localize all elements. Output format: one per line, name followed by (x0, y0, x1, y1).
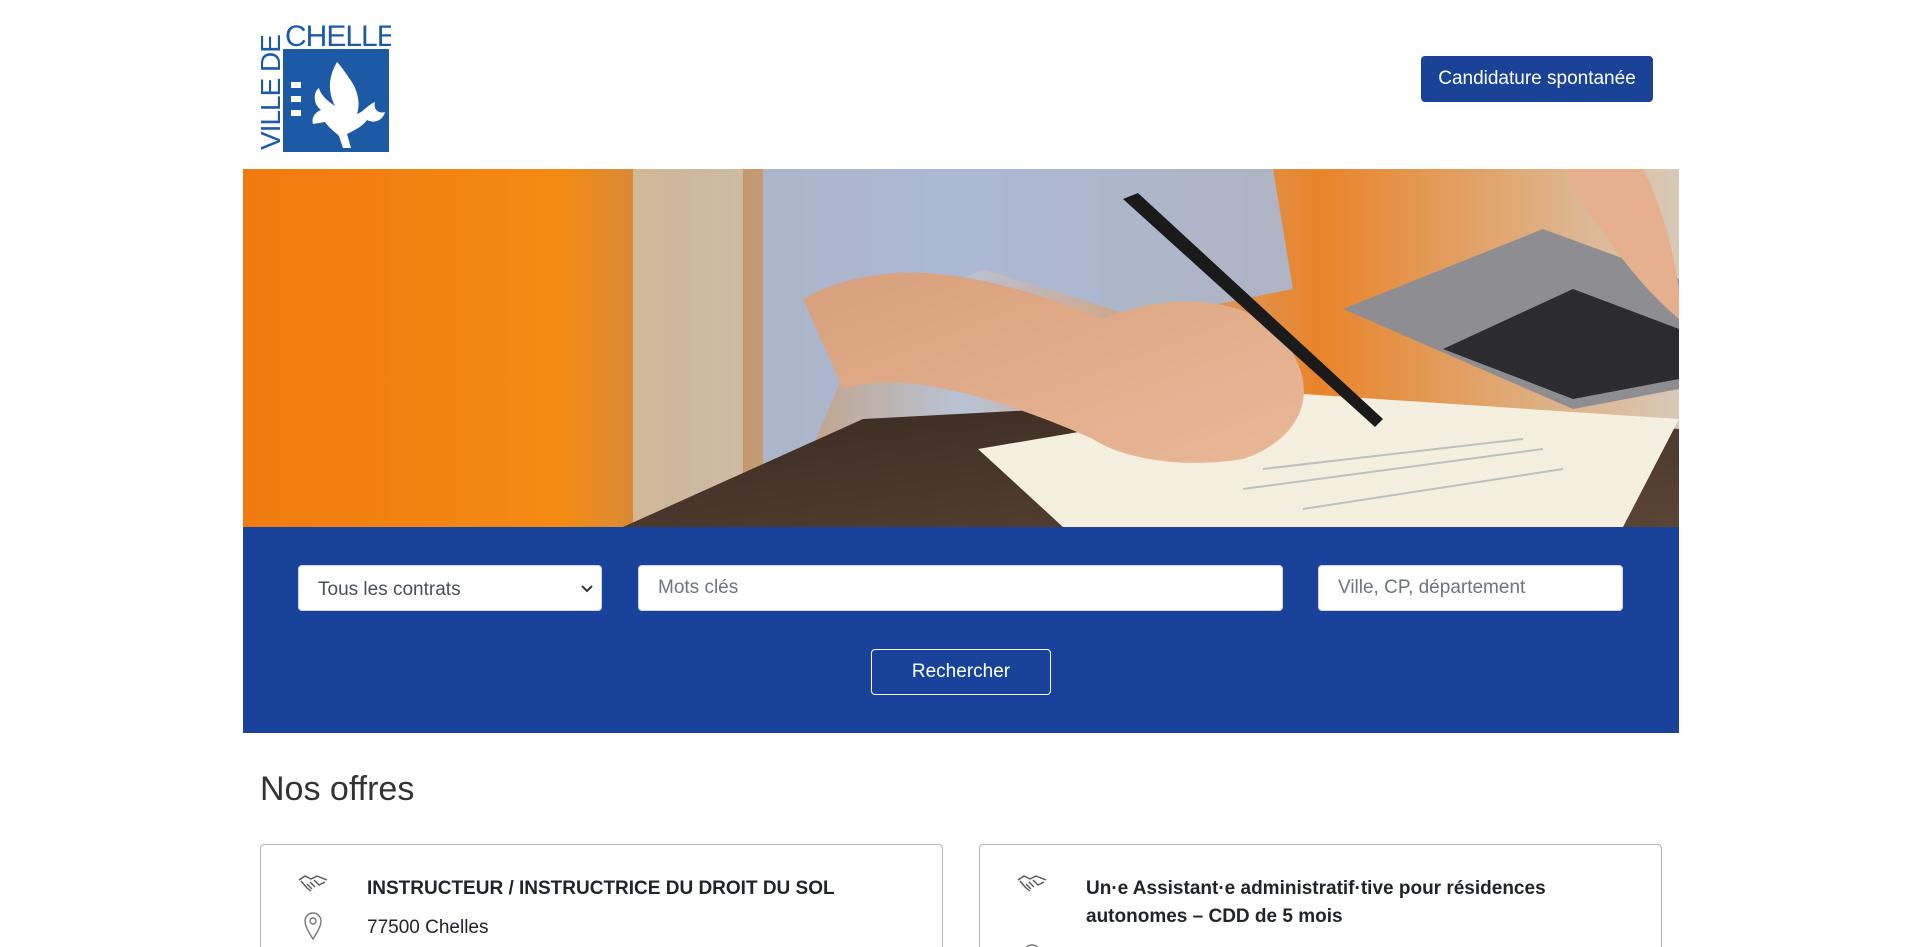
offers-heading: Nos offres (260, 770, 415, 808)
job-offer-title: INSTRUCTEUR / INSTRUCTRICE DU DROIT DU S… (367, 878, 835, 899)
map-pin-icon (1025, 944, 1039, 947)
spontaneous-application-button[interactable]: Candidature spontanée (1421, 56, 1653, 102)
job-offer-title: Un·e Assistant·e administratif·tive pour… (1086, 878, 1546, 927)
job-offer-card[interactable]: INSTRUCTEUR / INSTRUCTRICE DU DROIT DU S… (260, 844, 943, 947)
logo-side-text: VILLE DE (255, 35, 286, 150)
job-offer-location: 77500 Chelles (367, 917, 489, 938)
logo-icon: CHELLES VILLE DE (255, 20, 416, 152)
handshake-icon (1017, 875, 1047, 892)
ville-de-chelles-logo[interactable]: CHELLES VILLE DE (255, 20, 416, 152)
keywords-input[interactable] (638, 565, 1283, 611)
chevron-down-icon (581, 585, 593, 593)
hero-image (243, 169, 1679, 527)
contract-type-select[interactable]: Tous les contrats (298, 565, 602, 611)
page-container: CHELLES VILLE DE Candidature spontanée (243, 0, 1679, 947)
contract-type-value: Tous les contrats (318, 579, 461, 600)
search-panel: Tous les contrats Rechercher (243, 527, 1679, 733)
map-pin-icon (304, 912, 322, 941)
handshake-icon (298, 875, 328, 892)
search-button[interactable]: Rechercher (871, 649, 1051, 695)
location-input[interactable] (1318, 565, 1623, 611)
job-offer-card[interactable]: Un·e Assistant·e administratif·tive pour… (979, 844, 1662, 947)
logo-top-text: CHELLES (285, 22, 391, 53)
